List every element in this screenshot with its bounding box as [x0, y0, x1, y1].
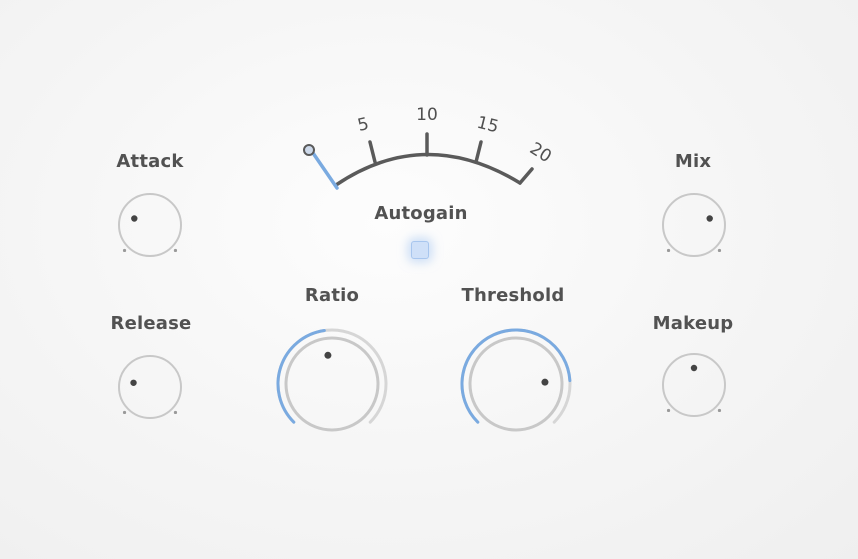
mix-knob[interactable] [654, 185, 734, 265]
meter-tick-label-20: 20 [526, 139, 555, 167]
attack-knob-ring [118, 193, 182, 257]
ratio-label: Ratio [304, 285, 360, 306]
mix-knob-ring [662, 193, 726, 257]
mix-label: Mix [674, 151, 712, 172]
threshold-label: Threshold [461, 285, 565, 306]
meter-arc [334, 152, 522, 187]
mix-knob-min-mark [666, 248, 671, 253]
meter-tick-label-10: 10 [416, 105, 438, 125]
attack-label: Attack [116, 151, 184, 172]
release-knob[interactable] [110, 347, 190, 427]
release-knob-max-mark [173, 410, 178, 415]
autogain-toggle[interactable] [411, 241, 429, 259]
meter-tick-5 [368, 140, 377, 164]
release-knob-ring [118, 355, 182, 419]
mix-knob-indicator [706, 215, 713, 222]
attack-knob[interactable] [110, 185, 190, 265]
attack-knob-min-mark [122, 248, 127, 253]
makeup-label: Makeup [652, 313, 734, 334]
attack-knob-max-mark [173, 248, 178, 253]
meter-needle [311, 151, 339, 190]
mix-knob-max-mark [717, 248, 722, 253]
meter-end-cap [518, 167, 534, 185]
autogain-label: Autogain [374, 203, 468, 224]
meter-tick-15 [474, 140, 483, 164]
meter-tick-label-15: 15 [475, 113, 501, 138]
makeup-knob[interactable] [654, 345, 734, 425]
release-label: Release [110, 313, 192, 334]
makeup-knob-indicator [690, 364, 698, 372]
attack-knob-indicator [131, 215, 138, 222]
ratio-knob[interactable] [272, 324, 392, 444]
release-knob-indicator [130, 379, 137, 386]
ratio-knob-indicator [324, 351, 332, 359]
release-knob-min-mark [122, 410, 127, 415]
ratio-knob-ring [284, 336, 380, 432]
makeup-knob-min-mark [666, 408, 671, 413]
threshold-knob-indicator [541, 378, 549, 386]
makeup-knob-max-mark [717, 408, 722, 413]
meter-tick-label-5: 5 [356, 114, 371, 136]
threshold-knob-ring [468, 336, 564, 432]
threshold-knob[interactable] [456, 324, 576, 444]
ratio-knob-value-arc [276, 329, 326, 424]
makeup-knob-ring [662, 353, 726, 417]
meter-needle-pivot [303, 144, 315, 156]
